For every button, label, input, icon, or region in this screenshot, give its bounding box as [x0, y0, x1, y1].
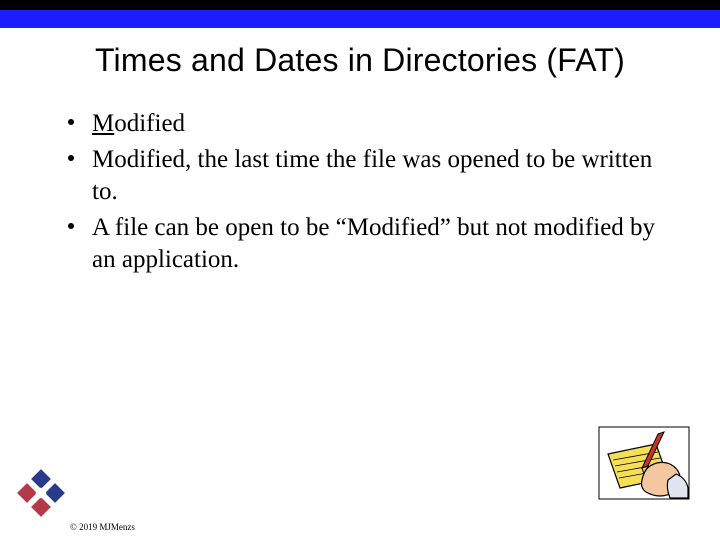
four-diamond-logo-icon	[20, 472, 62, 514]
bullet-1-underlined: M	[92, 110, 114, 137]
bullet-item: Modified	[62, 108, 662, 140]
bullet-item: Modified, the last time the file was ope…	[62, 144, 662, 208]
slide-body: Modified Modified, the last time the fil…	[62, 108, 662, 280]
bullet-3-text: A file can be open to be “Modified” but …	[92, 214, 655, 273]
slide-title: Times and Dates in Directories (FAT)	[0, 42, 720, 79]
bullet-dot-icon	[68, 223, 74, 229]
bullet-dot-icon	[68, 119, 74, 125]
slide-top-blue-bar	[0, 10, 720, 28]
bullet-item: A file can be open to be “Modified” but …	[62, 212, 662, 276]
bullet-2-text: Modified, the last time the file was ope…	[92, 146, 652, 205]
copyright-footer: © 2019 MJMenzs	[70, 522, 135, 532]
hand-writing-notepad-icon	[598, 426, 690, 500]
bullet-1-rest: odified	[114, 110, 185, 137]
bullet-dot-icon	[68, 155, 74, 161]
